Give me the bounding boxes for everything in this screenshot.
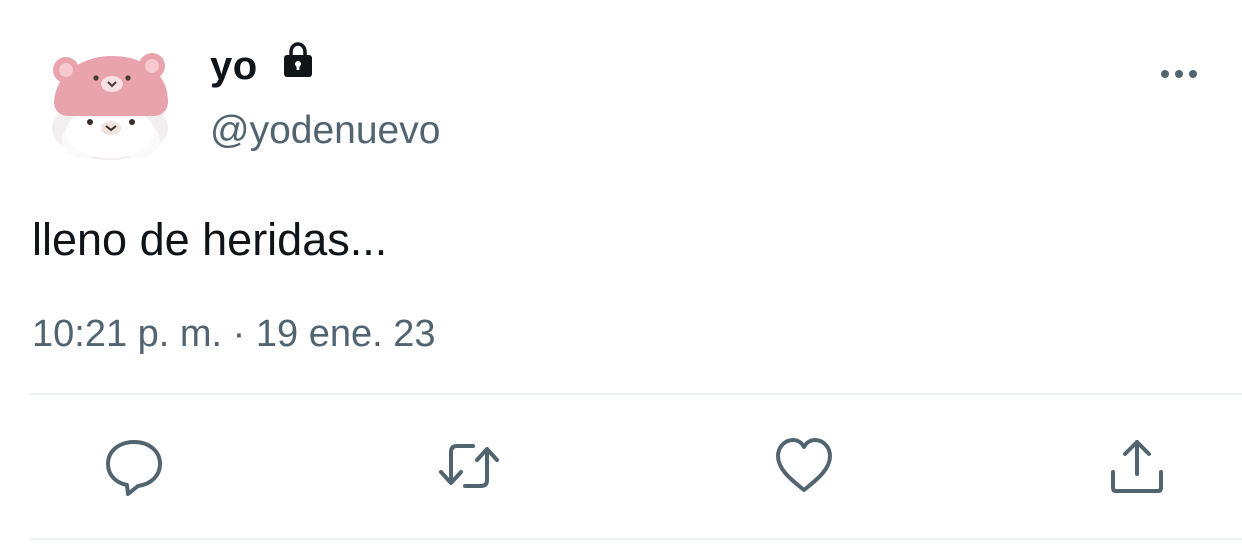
reply-bubble-icon — [106, 440, 162, 496]
handle[interactable]: @yodenuevo — [210, 108, 440, 154]
avatar-bear-image — [52, 53, 168, 160]
share-button[interactable] — [1105, 434, 1169, 498]
tweet-text: lleno de heridas... — [32, 214, 388, 265]
heart-icon — [776, 438, 832, 492]
avatar[interactable] — [44, 44, 178, 162]
lock-icon — [278, 40, 318, 80]
divider — [30, 538, 1242, 540]
share-upload-icon — [1111, 440, 1163, 493]
tweet-card: yo @yodenuevo lleno de heridas... 10:21 … — [0, 0, 1242, 558]
like-button[interactable] — [772, 434, 836, 498]
display-name[interactable]: yo — [210, 40, 258, 92]
retweet-icon — [439, 444, 499, 488]
more-horizontal-icon[interactable] — [1158, 62, 1200, 86]
reply-button[interactable] — [102, 434, 166, 498]
divider — [30, 393, 1242, 395]
timestamp[interactable]: 10:21 p. m. · 19 ene. 23 — [32, 310, 436, 358]
retweet-button[interactable] — [437, 434, 501, 498]
